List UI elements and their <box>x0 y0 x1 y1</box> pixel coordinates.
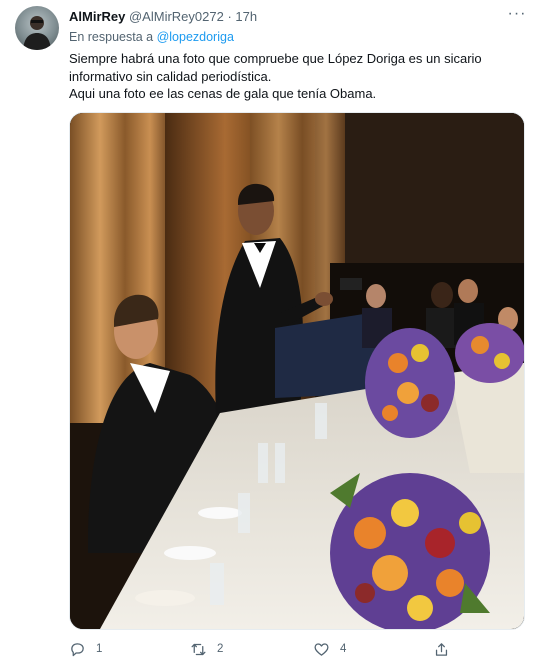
separator-dot: · <box>227 9 232 24</box>
reply-to-label: En respuesta a <box>69 30 154 44</box>
tweet[interactable]: AlMirRey @AlMirRey0272 · 17h ··· En resp… <box>0 0 539 661</box>
user-handle[interactable]: @AlMirRey0272 <box>129 9 224 24</box>
reply-to-mention-link[interactable]: @lopezdoriga <box>157 30 234 44</box>
tweet-text-line: Aqui una foto ee las cenas de gala que t… <box>69 86 377 101</box>
timestamp[interactable]: 17h <box>235 9 257 24</box>
share-icon <box>435 642 448 656</box>
reply-count: 1 <box>96 643 103 655</box>
tweet-text-line: informativo sin calidad periodística. <box>69 68 272 84</box>
display-name[interactable]: AlMirRey <box>69 9 125 24</box>
tweet-photo[interactable] <box>69 112 525 630</box>
retweet-icon <box>191 643 206 655</box>
heart-icon <box>314 642 329 656</box>
avatar-person-icon <box>23 16 51 50</box>
retweet-button[interactable]: 2 <box>190 640 223 658</box>
retweet-count: 2 <box>217 643 224 655</box>
tweet-text: Siempre habrá una foto que compruebe que… <box>69 50 509 103</box>
tweet-text-line: Siempre habrá una foto que compruebe que… <box>69 51 482 66</box>
gala-dinner-photo <box>70 113 524 629</box>
avatar[interactable] <box>15 6 59 50</box>
tweet-actions: 1 2 4 <box>69 640 509 660</box>
like-button[interactable]: 4 <box>313 640 346 658</box>
reply-context: En respuesta a @lopezdoriga <box>69 30 234 44</box>
more-options-icon[interactable]: ··· <box>507 6 527 26</box>
share-button[interactable] <box>433 640 460 658</box>
reply-icon <box>71 642 84 656</box>
reply-button[interactable]: 1 <box>69 640 102 658</box>
tweet-header: AlMirRey @AlMirRey0272 · 17h <box>69 9 257 24</box>
like-count: 4 <box>340 643 347 655</box>
